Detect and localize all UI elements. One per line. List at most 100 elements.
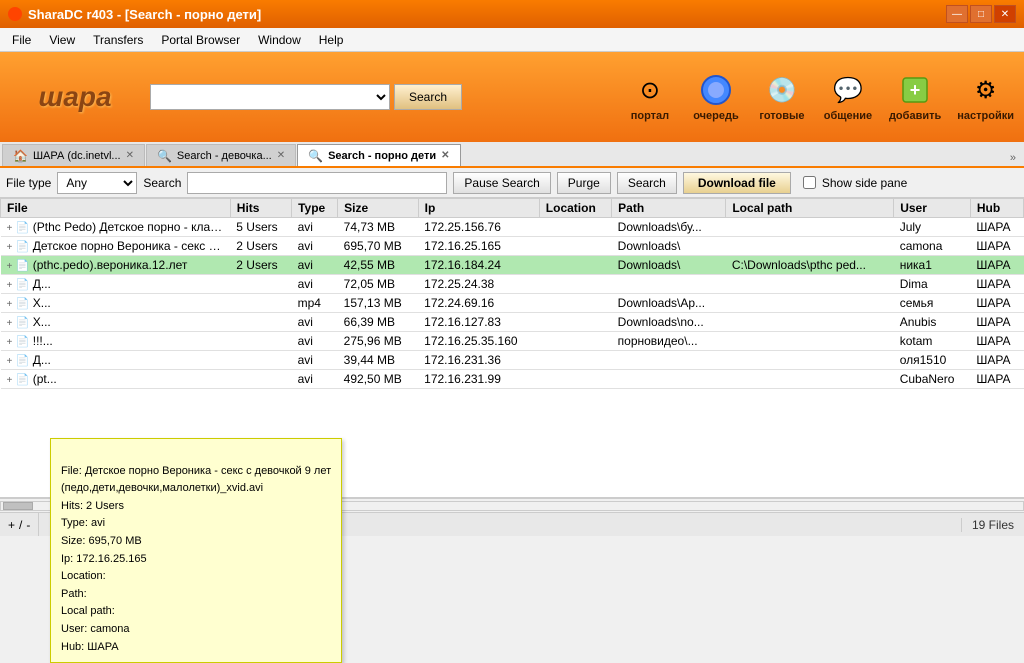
file-tooltip: File: Детское порно Вероника - секс с де… bbox=[50, 438, 342, 663]
messages-label: общение bbox=[824, 110, 872, 122]
filetype-label: File type bbox=[6, 176, 51, 190]
show-side-checkbox[interactable] bbox=[803, 176, 816, 189]
ip-value: 172.16.231.36 bbox=[424, 353, 501, 367]
size-value: 275,96 MB bbox=[344, 334, 402, 348]
col-size[interactable]: Size bbox=[338, 199, 418, 218]
file-type-icon: 📄 bbox=[16, 260, 30, 272]
app-icon bbox=[8, 7, 22, 21]
plus-button[interactable]: + bbox=[8, 518, 15, 532]
expand-btn[interactable]: + bbox=[7, 223, 13, 234]
table-row[interactable]: + 📄 X...mp4157,13 MB172.24.69.16Download… bbox=[1, 294, 1024, 313]
type-value: avi bbox=[298, 315, 313, 329]
tab-shara[interactable]: 🏠 ШАРА (dc.inetvl... ✕ bbox=[2, 144, 145, 166]
file-name: (Pthc Pedo) Детское порно - классик... bbox=[33, 220, 231, 234]
file-type-icon: 📄 bbox=[16, 336, 30, 348]
user-value: ника1 bbox=[900, 258, 932, 272]
menu-view[interactable]: View bbox=[41, 31, 83, 49]
settings-icon: ⚙ bbox=[968, 72, 1004, 108]
tab-search-porno-icon: 🔍 bbox=[308, 149, 323, 163]
file-name: (pthc.pedo).вероника.12.лет bbox=[33, 258, 188, 272]
toolbar-search-button[interactable]: Search bbox=[394, 84, 462, 110]
toolbar-messages[interactable]: 💬 общение bbox=[823, 72, 873, 122]
tab-more-button[interactable]: » bbox=[1004, 150, 1022, 166]
path-value: порновидео\... bbox=[618, 334, 698, 348]
tab-shara-icon: 🏠 bbox=[13, 149, 28, 163]
file-type-icon: 📄 bbox=[16, 355, 30, 367]
user-value: July bbox=[900, 220, 921, 234]
expand-btn[interactable]: + bbox=[7, 280, 13, 291]
tab-search-porno-close[interactable]: ✕ bbox=[441, 150, 449, 161]
menu-file[interactable]: File bbox=[4, 31, 39, 49]
table-row[interactable]: + 📄 X...avi66,39 MB172.16.127.83Download… bbox=[1, 313, 1024, 332]
user-value: Dima bbox=[900, 277, 928, 291]
size-value: 72,05 MB bbox=[344, 277, 395, 291]
portal-label: портал bbox=[631, 110, 669, 122]
expand-btn[interactable]: + bbox=[7, 261, 13, 272]
col-location[interactable]: Location bbox=[539, 199, 611, 218]
search-input[interactable] bbox=[187, 172, 447, 194]
file-name: (pt... bbox=[33, 372, 57, 386]
toolbar-icons: ⊙ портал очередь 💿 готовые 💬 общение + д… bbox=[625, 72, 1014, 122]
minimize-button[interactable]: — bbox=[946, 5, 968, 23]
purge-button[interactable]: Purge bbox=[557, 172, 611, 194]
col-file[interactable]: File bbox=[1, 199, 231, 218]
tab-search-porno[interactable]: 🔍 Search - порно дети ✕ bbox=[297, 144, 460, 166]
search-dropdown[interactable] bbox=[150, 84, 390, 110]
table-row[interactable]: + 📄 (pthc.pedo).вероника.12.лет2 Usersav… bbox=[1, 256, 1024, 275]
tab-search-devochka-close[interactable]: ✕ bbox=[277, 150, 285, 161]
menu-portal-browser[interactable]: Portal Browser bbox=[153, 31, 248, 49]
toolbar-settings[interactable]: ⚙ настройки bbox=[957, 72, 1014, 122]
col-ip[interactable]: Ip bbox=[418, 199, 539, 218]
col-path[interactable]: Path bbox=[612, 199, 726, 218]
expand-btn[interactable]: + bbox=[7, 356, 13, 367]
menu-window[interactable]: Window bbox=[250, 31, 309, 49]
menu-transfers[interactable]: Transfers bbox=[85, 31, 151, 49]
tab-shara-close[interactable]: ✕ bbox=[126, 150, 134, 161]
download-file-button[interactable]: Download file bbox=[683, 172, 791, 194]
close-button[interactable]: ✕ bbox=[994, 5, 1016, 23]
file-type-icon: 📄 bbox=[16, 279, 30, 291]
col-user[interactable]: User bbox=[894, 199, 971, 218]
file-name: Д... bbox=[33, 353, 51, 367]
col-type[interactable]: Type bbox=[292, 199, 338, 218]
tab-search-porno-label: Search - порно дети bbox=[328, 150, 436, 162]
table-row[interactable]: + 📄 (pt...avi492,50 MB172.16.231.99CubaN… bbox=[1, 370, 1024, 389]
ready-icon: 💿 bbox=[764, 72, 800, 108]
size-value: 42,55 MB bbox=[344, 258, 395, 272]
col-hits[interactable]: Hits bbox=[230, 199, 291, 218]
table-row[interactable]: + 📄 Д...avi72,05 MB172.25.24.38DimaШАРА bbox=[1, 275, 1024, 294]
search-button[interactable]: Search bbox=[617, 172, 677, 194]
tab-search-devochka[interactable]: 🔍 Search - девочка... ✕ bbox=[146, 144, 296, 166]
table-row[interactable]: + 📄 !!!...avi275,96 MB172.16.25.35.160по… bbox=[1, 332, 1024, 351]
search-toolbar: File type Any Audio Video Image Search P… bbox=[0, 168, 1024, 198]
tab-search-devochka-icon: 🔍 bbox=[157, 149, 172, 163]
toolbar-ready[interactable]: 💿 готовые bbox=[757, 72, 807, 122]
type-value: avi bbox=[298, 220, 313, 234]
toolbar-portal[interactable]: ⊙ портал bbox=[625, 72, 675, 122]
tab-shara-label: ШАРА (dc.inetvl... bbox=[33, 150, 121, 162]
expand-btn[interactable]: + bbox=[7, 299, 13, 310]
menu-help[interactable]: Help bbox=[311, 31, 352, 49]
col-hub[interactable]: Hub bbox=[970, 199, 1023, 218]
title-bar: SharaDC r403 - [Search - порно дети] — □… bbox=[0, 0, 1024, 28]
files-count: 19 Files bbox=[961, 518, 1024, 532]
toolbar-add[interactable]: + добавить bbox=[889, 72, 941, 122]
col-local-path[interactable]: Local path bbox=[726, 199, 894, 218]
maximize-button[interactable]: □ bbox=[970, 5, 992, 23]
title-controls[interactable]: — □ ✕ bbox=[946, 5, 1016, 23]
expand-btn[interactable]: + bbox=[7, 337, 13, 348]
table-row[interactable]: + 📄 (Pthc Pedo) Детское порно - классик.… bbox=[1, 218, 1024, 237]
pause-search-button[interactable]: Pause Search bbox=[453, 172, 550, 194]
expand-btn[interactable]: + bbox=[7, 375, 13, 386]
expand-btn[interactable]: + bbox=[7, 318, 13, 329]
minus-button[interactable]: - bbox=[26, 518, 30, 532]
hub-value: ШАРА bbox=[976, 296, 1010, 310]
table-row[interactable]: + 📄 Детское порно Вероника - секс с де..… bbox=[1, 237, 1024, 256]
logo-text: шара bbox=[38, 81, 111, 113]
toolbar-queue[interactable]: очередь bbox=[691, 72, 741, 122]
file-type-icon: 📄 bbox=[16, 298, 30, 310]
filetype-select[interactable]: Any Audio Video Image bbox=[57, 172, 137, 194]
main-content: File Hits Type Size Ip Location Path Loc… bbox=[0, 198, 1024, 498]
table-row[interactable]: + 📄 Д...avi39,44 MB172.16.231.36оля1510Ш… bbox=[1, 351, 1024, 370]
expand-btn[interactable]: + bbox=[7, 242, 13, 253]
